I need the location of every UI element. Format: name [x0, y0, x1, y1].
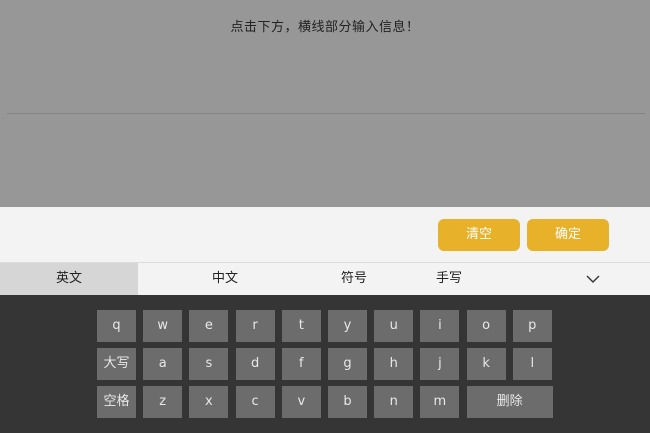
- key-z[interactable]: z: [143, 386, 183, 418]
- key-y[interactable]: y: [328, 310, 367, 342]
- key-w[interactable]: w: [143, 310, 183, 342]
- tab-handwriting[interactable]: 手写: [410, 263, 488, 295]
- virtual-keyboard: q w e r t y u i o p 大写 a s d f g h j k l 空格 z x c v b n m 删除: [0, 295, 650, 433]
- key-space[interactable]: 空格: [97, 386, 136, 418]
- tab-english[interactable]: 英文: [0, 263, 138, 295]
- key-l[interactable]: l: [512, 348, 552, 380]
- key-r[interactable]: r: [235, 310, 275, 342]
- key-o[interactable]: o: [466, 310, 506, 342]
- key-x[interactable]: x: [189, 386, 229, 418]
- key-h[interactable]: h: [374, 348, 414, 380]
- tab-chinese[interactable]: 中文: [186, 263, 264, 295]
- action-bar: 清空 确定: [0, 207, 650, 262]
- key-j[interactable]: j: [420, 348, 460, 380]
- chevron-down-icon: [586, 275, 600, 283]
- key-c[interactable]: c: [235, 386, 275, 418]
- key-delete[interactable]: 删除: [466, 386, 553, 418]
- screen: 点击下方，横线部分输入信息！ 清空 确定 英文 中文 符号 手写 qwertyu…: [0, 0, 650, 433]
- key-m[interactable]: m: [420, 386, 460, 418]
- key-q[interactable]: q: [97, 310, 136, 342]
- keyboard-tab-bar: 英文 中文 符号 手写: [0, 262, 650, 295]
- prompt-text: 点击下方，横线部分输入信息！: [230, 20, 420, 35]
- key-p[interactable]: p: [512, 310, 552, 342]
- tab-symbols[interactable]: 符号: [316, 263, 392, 295]
- key-e[interactable]: e: [189, 310, 229, 342]
- collapse-keyboard-button[interactable]: [574, 263, 612, 295]
- key-g[interactable]: g: [328, 348, 367, 380]
- clear-button[interactable]: 清空: [438, 219, 520, 251]
- key-u[interactable]: u: [374, 310, 414, 342]
- key-s[interactable]: s: [189, 348, 229, 380]
- key-k[interactable]: k: [466, 348, 506, 380]
- key-b[interactable]: b: [328, 386, 367, 418]
- key-a[interactable]: a: [143, 348, 183, 380]
- key-n[interactable]: n: [374, 386, 414, 418]
- key-d[interactable]: d: [235, 348, 275, 380]
- key-caps[interactable]: 大写: [97, 348, 136, 380]
- key-i[interactable]: i: [420, 310, 460, 342]
- input-area[interactable]: 点击下方，横线部分输入信息！: [0, 0, 650, 207]
- input-underline[interactable]: [7, 113, 645, 114]
- key-f[interactable]: f: [281, 348, 321, 380]
- key-t[interactable]: t: [281, 310, 321, 342]
- key-v[interactable]: v: [281, 386, 321, 418]
- confirm-button[interactable]: 确定: [527, 219, 609, 251]
